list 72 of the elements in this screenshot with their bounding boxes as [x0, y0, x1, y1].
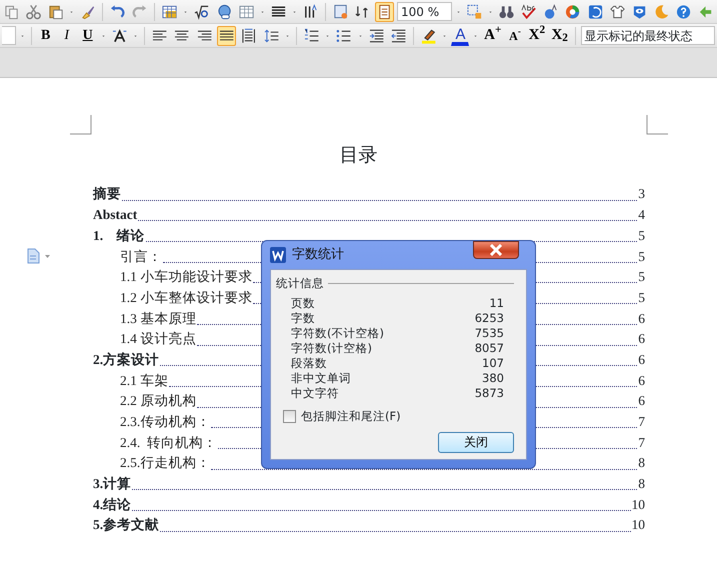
page-number: 5 — [638, 226, 645, 245]
page-number: 10 — [632, 496, 645, 514]
group-label: 统计信息 — [276, 275, 324, 292]
close-icon[interactable] — [489, 244, 503, 256]
shrink-font-button[interactable]: A$^{-}$ — [506, 26, 524, 46]
grow-font-button[interactable]: A$^{+}$ — [482, 26, 503, 46]
toc-entry[interactable]: 1. 绪论 — [93, 226, 145, 246]
toc-entry[interactable]: 2.3.传动机构： — [120, 412, 210, 432]
stat-label: 字符数(不计空格) — [291, 326, 384, 342]
toc-entry[interactable]: 5.参考文献 — [93, 515, 160, 536]
page-number: 3 — [638, 185, 645, 204]
toc-entry[interactable]: 1.4 设计亮点 — [120, 329, 196, 350]
corner-mark-icon — [70, 112, 92, 132]
page-number: 6 — [638, 330, 645, 348]
stat-label: 非中文单词 — [291, 371, 351, 386]
page-number: 8 — [638, 475, 645, 494]
page-number: 7 — [638, 434, 645, 452]
stat-value: 380 — [482, 371, 504, 386]
checkbox-label: 包括脚注和尾注(F) — [301, 408, 401, 426]
spellcheck-icon[interactable] — [519, 2, 538, 22]
toc-title: 目录 — [340, 144, 378, 166]
font-size-field[interactable] — [2, 26, 16, 45]
stat-value: 7535 — [474, 326, 504, 342]
superscript-button[interactable]: X$^{2}$ — [527, 26, 547, 46]
stat-label: 页数 — [291, 296, 315, 312]
page-number: 6 — [638, 372, 645, 390]
page-number: 8 — [638, 454, 645, 472]
stat-value: 107 — [482, 356, 504, 372]
toc-entry[interactable]: 3.计算 — [93, 474, 132, 494]
page-number: 6 — [638, 350, 645, 369]
document-icon[interactable] — [26, 248, 52, 264]
stat-label: 字符数(计空格) — [291, 341, 372, 356]
toc-entry[interactable]: 2.5.行走机构： — [120, 453, 210, 474]
stat-value: 11 — [489, 296, 504, 312]
subscript-button[interactable]: X$_{2}$ — [550, 26, 570, 46]
toc-entry[interactable]: 1.2 小车整体设计要求 — [120, 288, 252, 308]
corner-mark-icon — [646, 112, 668, 132]
footnote-checkbox[interactable] — [283, 410, 296, 424]
stat-label: 中文字符 — [291, 386, 339, 402]
italic-button[interactable]: I — [58, 26, 76, 46]
page-number: 10 — [632, 516, 645, 534]
page-number: 6 — [638, 392, 645, 410]
toc-entry[interactable]: 2.4. 转向机构： — [120, 432, 217, 453]
toc-entry[interactable]: 摘要 — [93, 184, 121, 205]
page-icon[interactable] — [374, 2, 394, 22]
page-number: 5 — [638, 268, 645, 286]
close-dialog-button[interactable]: 关闭 — [438, 432, 514, 452]
page-number: 6 — [638, 310, 645, 328]
toc-entry[interactable]: 1.1 小车功能设计要求 — [120, 267, 252, 288]
zoom-field[interactable]: 100 % — [396, 2, 452, 21]
toc-entry[interactable]: 1.3 基本原理 — [120, 308, 196, 329]
toc-entry[interactable]: 2.1 车架 — [120, 370, 168, 391]
underline-button[interactable]: U — [78, 26, 97, 46]
stat-value: 5873 — [474, 386, 504, 402]
toc-entry[interactable]: 2.方案设计 — [93, 350, 160, 370]
stat-value: 8057 — [474, 341, 504, 356]
stat-label: 段落数 — [291, 356, 327, 372]
page-number: 7 — [638, 413, 645, 431]
toc-entry[interactable]: 引言： — [120, 246, 162, 267]
stat-label: 字数 — [291, 311, 315, 326]
page-number: 5 — [638, 288, 645, 307]
stat-value: 6253 — [474, 311, 504, 326]
markup-view-field[interactable]: 显示标记的最终状态 — [580, 26, 715, 45]
dialog-title: 字数统计 — [292, 246, 344, 264]
toc-entry[interactable]: Abstact — [93, 205, 138, 226]
toc-entry[interactable]: 4.结论 — [93, 494, 132, 515]
toc-entry[interactable]: 2.2 原动机构 — [120, 391, 196, 412]
bold-button[interactable]: B — [36, 26, 55, 46]
page-number: 4 — [638, 206, 645, 224]
page-number: 5 — [638, 248, 645, 266]
justify-icon[interactable] — [216, 26, 236, 46]
app-icon — [270, 245, 286, 265]
